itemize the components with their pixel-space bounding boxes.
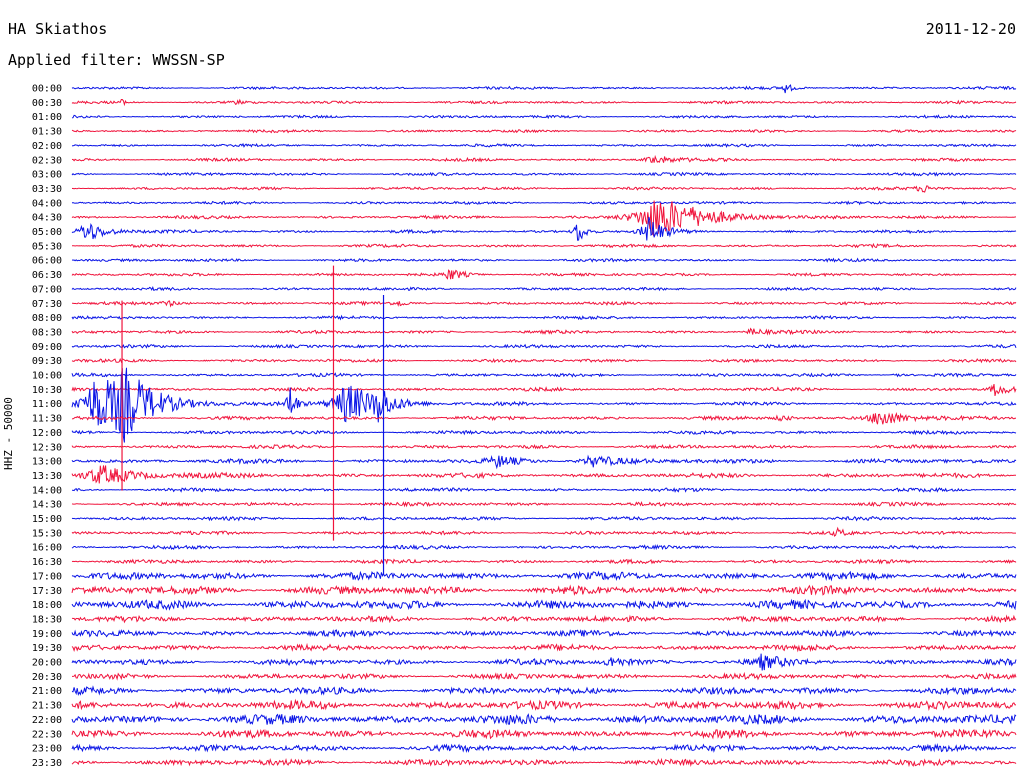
time-label: 02:30	[32, 155, 62, 166]
trace-line	[71, 743, 1017, 754]
time-label: 04:00	[32, 198, 62, 209]
trace-line	[71, 614, 1017, 624]
trace-line	[71, 200, 1017, 206]
trace-line	[71, 757, 1017, 768]
time-label: 16:00	[32, 543, 62, 554]
time-label: 15:30	[32, 528, 62, 539]
time-label: 10:30	[32, 385, 62, 396]
time-label: 07:30	[32, 299, 62, 310]
trace-line	[71, 343, 1017, 349]
trace-line	[71, 543, 1017, 551]
trace-line	[71, 465, 1017, 484]
time-label: 19:00	[32, 629, 62, 640]
trace-line	[71, 200, 1017, 237]
trace-line	[71, 598, 1017, 611]
time-label: 09:30	[32, 356, 62, 367]
trace-line	[71, 558, 1017, 565]
trace-line	[71, 570, 1017, 582]
time-label: 07:00	[32, 284, 62, 295]
trace-line	[71, 728, 1017, 740]
time-label: 21:30	[32, 701, 62, 712]
trace-line	[71, 286, 1017, 292]
trace-line	[71, 501, 1017, 508]
time-label: 13:30	[32, 471, 62, 482]
trace-line	[71, 412, 1017, 425]
trace-line	[71, 653, 1017, 671]
time-label: 01:00	[32, 112, 62, 123]
time-label: 09:00	[32, 342, 62, 353]
time-label: 08:30	[32, 327, 62, 338]
trace-line	[71, 128, 1017, 134]
time-label: 18:00	[32, 600, 62, 611]
time-label: 23:00	[32, 744, 62, 755]
time-label: 14:00	[32, 485, 62, 496]
trace-line	[71, 443, 1017, 450]
time-label: 00:30	[32, 98, 62, 109]
time-label: 21:00	[32, 686, 62, 697]
trace-line	[71, 185, 1017, 193]
trace-line	[71, 84, 1017, 94]
trace-line	[71, 257, 1017, 263]
time-label: 06:00	[32, 256, 62, 267]
time-label: 20:30	[32, 672, 62, 683]
time-label: 11:00	[32, 399, 62, 410]
time-label: 10:00	[32, 371, 62, 382]
time-label: 03:00	[32, 170, 62, 181]
trace-line	[71, 300, 1017, 308]
time-label: 03:30	[32, 184, 62, 195]
time-label: 06:30	[32, 270, 62, 281]
trace-line	[71, 327, 1017, 336]
time-label: 04:30	[32, 213, 62, 224]
trace-line	[71, 383, 1017, 397]
trace-line	[71, 314, 1017, 321]
time-label: 14:30	[32, 500, 62, 511]
time-label: 23:30	[32, 758, 62, 769]
time-label: 12:00	[32, 428, 62, 439]
time-label: 08:00	[32, 313, 62, 324]
time-label: 05:00	[32, 227, 62, 238]
time-label: 20:00	[32, 658, 62, 669]
trace-line	[71, 269, 1017, 280]
trace-line	[72, 671, 1017, 681]
trace-line	[71, 114, 1017, 120]
time-label: 18:30	[32, 614, 62, 625]
time-label: 12:30	[32, 442, 62, 453]
trace-line	[71, 357, 1017, 364]
time-label: 22:00	[32, 715, 62, 726]
time-label: 16:30	[32, 557, 62, 568]
time-label: 00:00	[32, 84, 62, 95]
time-label: 19:30	[32, 643, 62, 654]
trace-line	[71, 454, 1017, 470]
trace-line	[71, 713, 1017, 726]
trace-line	[71, 698, 1016, 711]
time-label: 17:30	[32, 586, 62, 597]
time-label: 17:00	[32, 571, 62, 582]
time-label: 02:00	[32, 141, 62, 152]
trace-line	[71, 98, 1017, 107]
trace-line	[71, 216, 1017, 241]
time-label: 15:00	[32, 514, 62, 525]
time-label: 22:30	[32, 729, 62, 740]
trace-line	[71, 154, 1017, 164]
trace-line	[71, 372, 1017, 378]
time-label: 11:30	[32, 414, 62, 425]
trace-line	[71, 526, 1016, 537]
trace-line	[72, 242, 1017, 249]
trace-line	[71, 515, 1017, 522]
trace-line	[71, 142, 1017, 148]
time-label: 05:30	[32, 241, 62, 252]
trace-line	[71, 642, 1017, 653]
trace-line	[71, 171, 1017, 177]
trace-line	[71, 685, 1017, 696]
time-label: 01:30	[32, 127, 62, 138]
time-label: 13:00	[32, 457, 62, 468]
trace-line	[71, 487, 1017, 493]
trace-line	[71, 629, 1017, 638]
trace-line	[71, 584, 1017, 596]
trace-line	[71, 429, 1017, 436]
helicorder-chart: 00:00 00:30 01:00 01:30 02:00 02:30 03:00 03:30…	[32, 84, 1017, 769]
